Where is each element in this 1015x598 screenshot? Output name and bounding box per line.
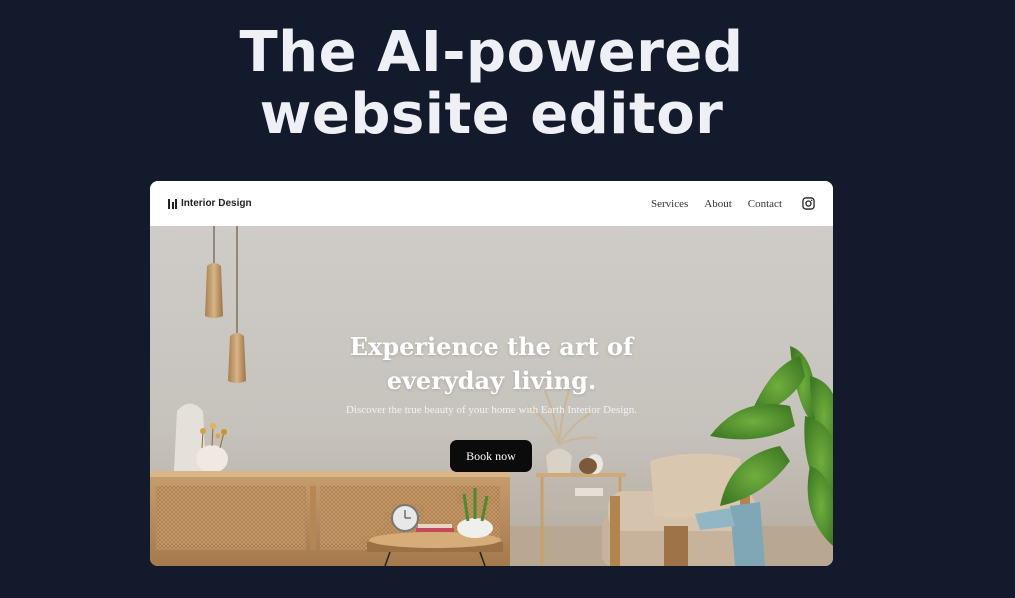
hero-title: Experience the art of everyday living. (150, 330, 833, 398)
hero-title-line-1: Experience the art of (349, 332, 634, 361)
nav-link-about[interactable]: About (704, 198, 732, 210)
hero-title-line-2: everyday living. (386, 366, 597, 395)
headline-line-2: website editor (259, 82, 724, 147)
page-headline: The AI-powered website editor (0, 22, 983, 146)
nav-link-contact[interactable]: Contact (748, 198, 782, 210)
website-preview: Interior Design Services About Contact E… (150, 181, 833, 566)
nav-links: Services About Contact (651, 197, 815, 210)
nav-link-services[interactable]: Services (651, 198, 688, 210)
hero-subtitle: Discover the true beauty of your home wi… (345, 404, 638, 416)
brand-name: Interior Design (181, 198, 252, 209)
site-logo[interactable]: Interior Design (168, 198, 252, 209)
hero-text: Experience the art of everyday living. D… (150, 330, 833, 416)
instagram-icon[interactable] (802, 197, 815, 210)
headline-line-1: The AI-powered (239, 20, 744, 85)
site-navbar: Interior Design Services About Contact (150, 181, 833, 226)
book-now-button[interactable]: Book now (450, 440, 532, 472)
logo-bars-icon (168, 198, 177, 209)
hero-section: Experience the art of everyday living. D… (150, 226, 833, 566)
